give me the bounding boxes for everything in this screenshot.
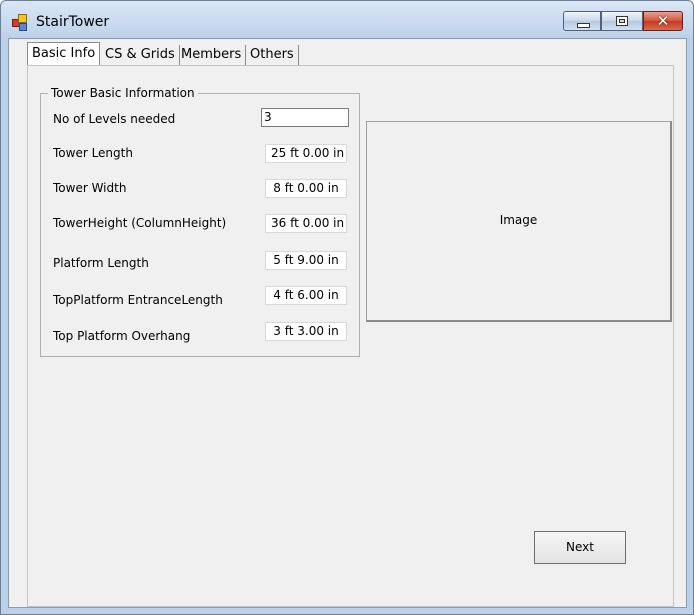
- app-icon[interactable]: [12, 14, 28, 31]
- label-tower-length: Tower Length: [53, 146, 133, 160]
- app-window: StairTower ✕ Basic Info CS & Grids Membe…: [0, 0, 694, 615]
- close-icon: ✕: [656, 12, 670, 30]
- tab-members[interactable]: Members: [177, 45, 247, 65]
- tower-width-field[interactable]: 8 ft 0.00 in: [265, 179, 347, 198]
- next-button[interactable]: Next: [534, 531, 626, 564]
- close-button[interactable]: ✕: [643, 11, 683, 31]
- maximize-button[interactable]: [601, 11, 643, 31]
- title-bar[interactable]: StairTower ✕: [1, 1, 693, 38]
- image-label: Image: [499, 213, 538, 227]
- tab-page-basic-info: Tower Basic Information No of Levels nee…: [27, 65, 674, 607]
- image-preview-box: Image: [366, 121, 672, 322]
- levels-input[interactable]: 3: [261, 108, 349, 127]
- tab-others[interactable]: Others: [246, 45, 299, 65]
- label-tower-height: TowerHeight (ColumnHeight): [53, 216, 227, 230]
- tower-basic-info-group: Tower Basic Information No of Levels nee…: [40, 86, 360, 357]
- window-title: StairTower: [36, 14, 110, 30]
- maximize-icon: [616, 16, 628, 26]
- label-top-platform-overhang: Top Platform Overhang: [53, 329, 191, 343]
- top-platform-entrance-length-field[interactable]: 4 ft 6.00 in: [265, 286, 347, 305]
- label-platform-length: Platform Length: [53, 256, 149, 270]
- label-levels: No of Levels needed: [53, 112, 176, 126]
- tab-basic-info[interactable]: Basic Info: [27, 42, 101, 66]
- tab-cs-grids[interactable]: CS & Grids: [101, 45, 180, 65]
- platform-length-field[interactable]: 5 ft 9.00 in: [265, 251, 347, 270]
- minimize-button[interactable]: [563, 11, 601, 31]
- minimize-icon: [577, 23, 590, 28]
- label-tower-width: Tower Width: [53, 181, 127, 195]
- tower-length-field[interactable]: 25 ft 0.00 in: [265, 144, 347, 163]
- client-area: Basic Info CS & Grids Members Others Tow…: [8, 38, 687, 608]
- tower-height-field[interactable]: 36 ft 0.00 in: [265, 214, 347, 233]
- top-platform-overhang-field[interactable]: 3 ft 3.00 in: [265, 322, 347, 341]
- label-top-platform-entrance-length: TopPlatform EntranceLength: [53, 293, 223, 307]
- group-title: Tower Basic Information: [48, 86, 198, 100]
